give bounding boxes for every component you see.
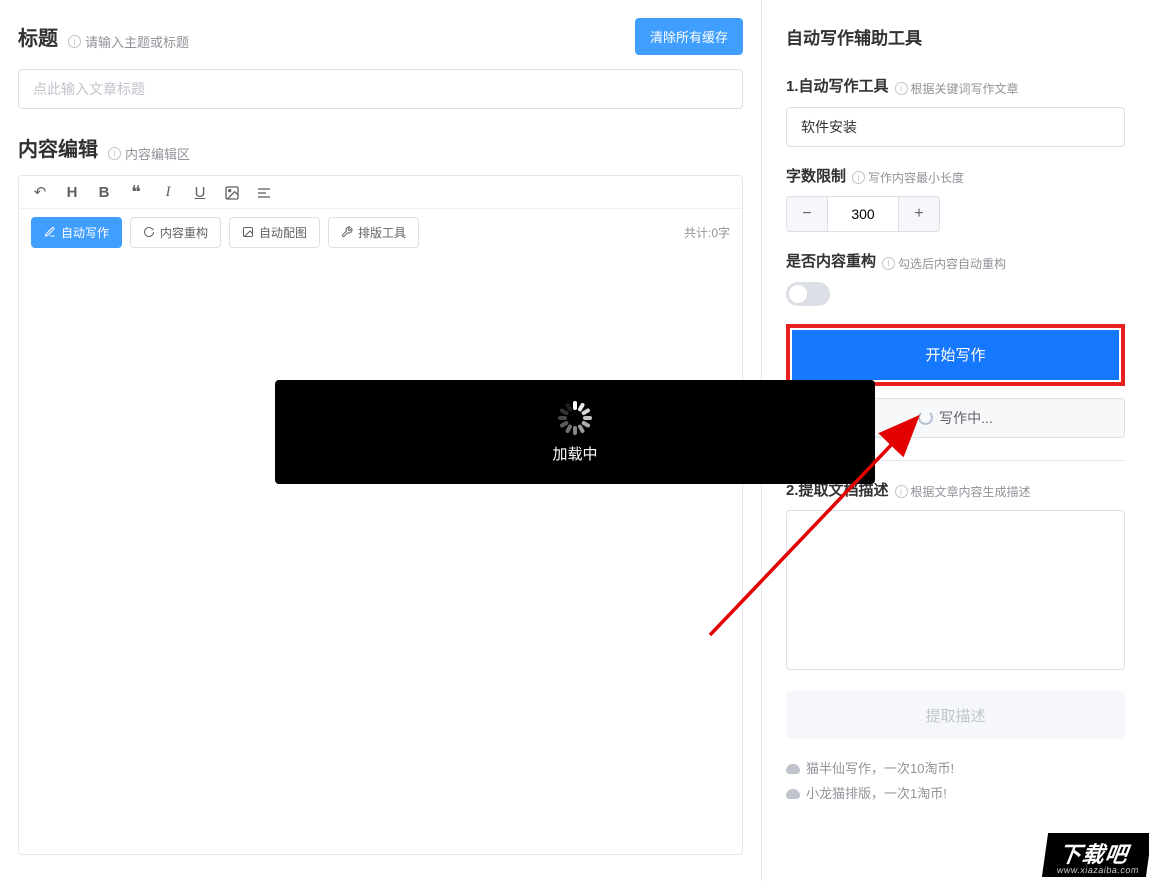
- word-limit-stepper: − +: [786, 196, 940, 232]
- highlight-annotation: 开始写作: [786, 324, 1125, 386]
- watermark-logo: 下载吧 www.xiazaiba.com: [1042, 833, 1149, 877]
- image-icon[interactable]: [223, 184, 241, 202]
- auto-write-button[interactable]: 自动写作: [31, 217, 122, 248]
- heading-icon[interactable]: H: [63, 184, 81, 202]
- clear-cache-button[interactable]: 清除所有缓存: [635, 18, 743, 55]
- info-icon: i: [882, 257, 895, 270]
- word-limit-input[interactable]: [827, 197, 899, 231]
- section1-label: 1.自动写作工具: [786, 75, 889, 96]
- auto-image-button[interactable]: 自动配图: [229, 217, 320, 248]
- start-writing-button[interactable]: 开始写作: [792, 330, 1119, 380]
- italic-icon[interactable]: I: [159, 184, 177, 202]
- align-icon[interactable]: [255, 184, 273, 202]
- article-title-input[interactable]: [18, 69, 743, 109]
- undo-icon[interactable]: ↶: [31, 184, 49, 202]
- content-edit-label: 内容编辑: [18, 133, 98, 162]
- info-icon: i: [68, 35, 81, 48]
- action-toolbar: 自动写作 内容重构 自动配图 排版工具 共计:0字: [19, 209, 742, 256]
- editor-box: ↶ H B ❝ I U 自动写作 内容: [18, 175, 743, 855]
- loading-text: 加载中: [552, 443, 597, 464]
- restructure-toggle[interactable]: [786, 282, 830, 306]
- stepper-increase-button[interactable]: +: [899, 197, 939, 231]
- info-icon: i: [895, 82, 908, 95]
- info-icon: i: [108, 147, 121, 160]
- underline-icon[interactable]: U: [191, 184, 209, 202]
- loading-spinner-icon: [918, 410, 933, 425]
- loading-spinner-icon: [558, 401, 592, 435]
- content-edit-header: 内容编辑 i 内容编辑区: [18, 133, 743, 163]
- content-edit-hint: 内容编辑区: [125, 144, 190, 163]
- stepper-decrease-button[interactable]: −: [787, 197, 827, 231]
- description-textarea[interactable]: [786, 510, 1125, 670]
- info-icon: i: [852, 171, 865, 184]
- title-label: 标题: [18, 22, 58, 51]
- cloud-icon: [786, 789, 800, 799]
- cloud-icon: [786, 764, 800, 774]
- keyword-input[interactable]: [786, 107, 1125, 147]
- bold-icon[interactable]: B: [95, 184, 113, 202]
- sidebar-title: 自动写作辅助工具: [786, 24, 1125, 49]
- quote-icon[interactable]: ❝: [127, 184, 145, 202]
- layout-tool-button[interactable]: 排版工具: [328, 217, 419, 248]
- title-hint: 请输入主题或标题: [85, 32, 189, 51]
- word-limit-label: 字数限制: [786, 165, 846, 186]
- restructure-button[interactable]: 内容重构: [130, 217, 221, 248]
- restructure-label: 是否内容重构: [786, 250, 876, 271]
- loading-overlay: 加载中: [275, 380, 875, 484]
- title-header-row: 标题 i 请输入主题或标题 清除所有缓存: [18, 18, 743, 55]
- format-toolbar: ↶ H B ❝ I U: [19, 176, 742, 209]
- info-icon: i: [895, 485, 908, 498]
- extract-description-button[interactable]: 提取描述: [786, 691, 1125, 739]
- word-count: 共计:0字: [684, 224, 730, 241]
- footer-notes: 猫半仙写作，一次10淘币! 小龙猫排版，一次1淘币!: [786, 757, 1125, 806]
